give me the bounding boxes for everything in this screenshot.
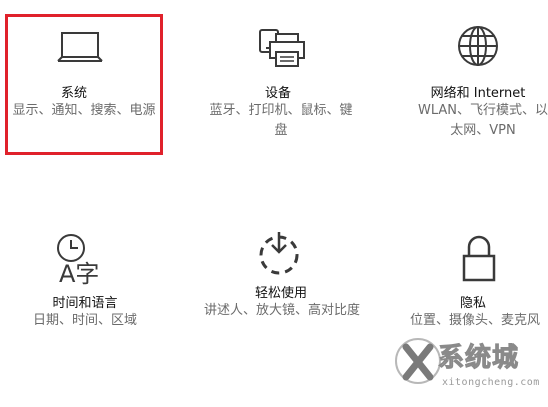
globe-icon bbox=[456, 24, 500, 72]
tile-title: 网络和 Internet bbox=[430, 86, 526, 101]
settings-tile-devices[interactable]: 设备 蓝牙、打印机、鼠标、键盘 bbox=[196, 14, 366, 158]
settings-tile-privacy[interactable]: 隐私 位置、摄像头、麦克风 bbox=[395, 230, 548, 340]
settings-tile-system[interactable]: 系统 显示、通知、搜索、电源 bbox=[0, 14, 172, 158]
tile-description: 日期、时间、区域 bbox=[32, 313, 137, 328]
time-icon-glyph: A字 bbox=[59, 260, 99, 286]
watermark-url: xitongcheng.com bbox=[442, 377, 540, 388]
tile-description: WLAN、飞行模式、以 太网、VPN bbox=[403, 101, 548, 141]
watermark-text: 系统城 bbox=[437, 343, 520, 374]
settings-tile-network[interactable]: 网络和 Internet WLAN、飞行模式、以 太网、VPN bbox=[395, 14, 548, 158]
tile-title: 系统 bbox=[60, 86, 87, 101]
tile-title: 隐私 bbox=[459, 296, 486, 311]
tile-description: 讲述人、放大镜、高对比度 bbox=[203, 303, 360, 318]
tile-description-line: 太网、VPN bbox=[450, 123, 516, 138]
devices-printer-icon bbox=[256, 26, 306, 76]
ease-of-access-icon bbox=[254, 228, 304, 282]
lock-icon bbox=[461, 234, 497, 288]
laptop-icon bbox=[56, 30, 104, 70]
tile-title: 轻松使用 bbox=[254, 286, 307, 301]
time-language-icon: A字 bbox=[53, 232, 109, 290]
tile-title: 时间和语言 bbox=[52, 296, 118, 311]
settings-tile-ease-of-access[interactable]: 轻松使用 讲述人、放大镜、高对比度 bbox=[196, 224, 366, 344]
tile-description: 显示、通知、搜索、电源 bbox=[12, 103, 156, 118]
tile-description: 蓝牙、打印机、鼠标、键盘 bbox=[209, 103, 353, 138]
settings-tile-time-language[interactable]: A字 时间和语言 日期、时间、区域 bbox=[0, 230, 172, 340]
site-watermark: 系统城 xitongcheng.com bbox=[392, 327, 548, 405]
tile-description-line: WLAN、飞行模式、以 bbox=[417, 103, 548, 118]
tile-title: 设备 bbox=[264, 86, 291, 101]
